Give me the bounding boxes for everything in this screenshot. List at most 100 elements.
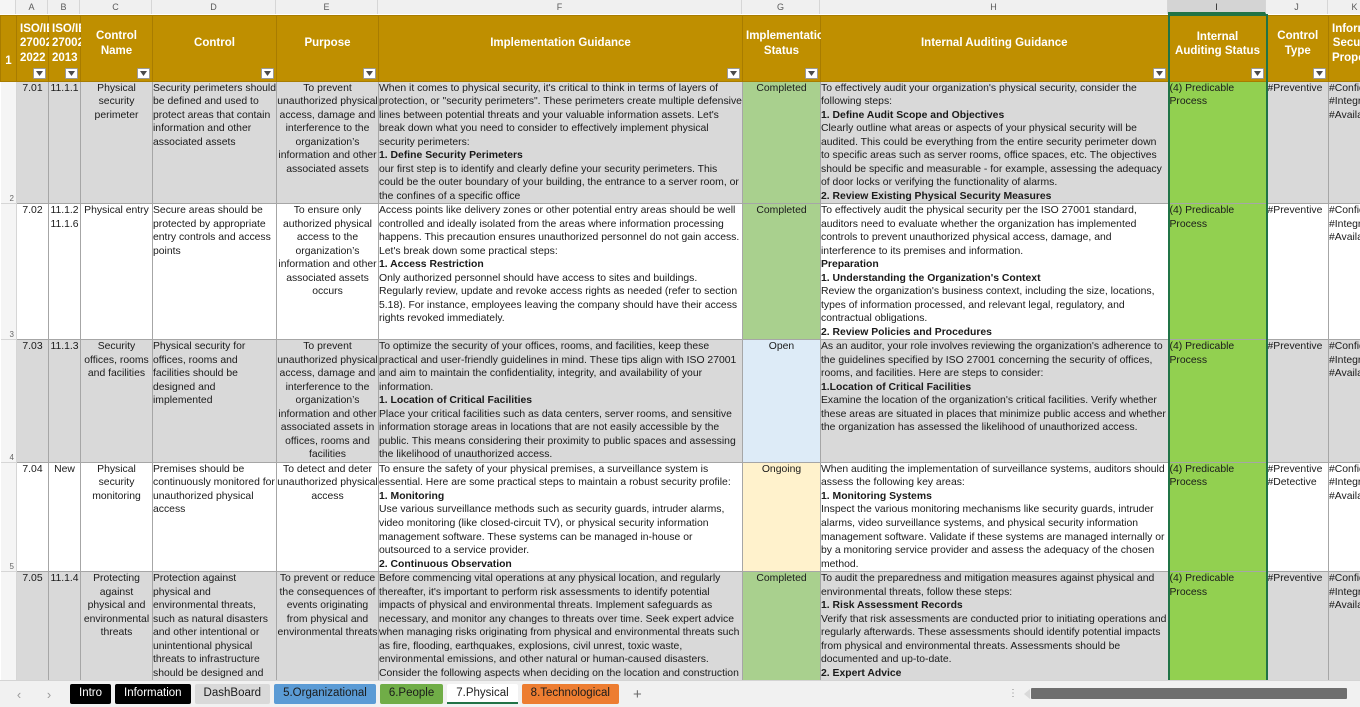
cell-status-7.02[interactable]: Completed [742,203,821,341]
table-row[interactable]: 5 7.04 New Physical security monitoring Prem… [0,461,1360,573]
column-header-j[interactable]: J [1266,0,1328,14]
filter-dropdown-icon[interactable] [261,67,274,79]
cell-astatus-7.01[interactable]: (4) Predicable Process [1167,80,1268,205]
cell-isec-7.01[interactable]: #Confid#Integr#Availa [1328,80,1360,205]
filter-dropdown-icon[interactable] [33,67,46,79]
cell-impl-7.04[interactable]: To ensure the safety of your physical pr… [378,461,743,573]
sheet-tab-intro[interactable]: Intro [70,684,112,704]
cell-control-7.02[interactable]: Secure areas should be protected by appr… [152,203,277,341]
cell-isec-7.05[interactable]: #Confid#Integr#Availa [1328,571,1360,680]
next-sheet-arrow[interactable]: › [42,687,56,701]
table-row[interactable]: 4 7.03 11.1.3 Security offices, rooms and f… [0,339,1360,463]
cell-purpose-7.02[interactable]: To ensure only authorized physical acces… [276,203,379,341]
column-header-k[interactable]: K [1328,0,1360,14]
cell-control-7.03[interactable]: Physical security for offices, rooms and… [152,339,277,463]
row-number-3[interactable]: 3 [0,203,17,341]
cell-isec-7.02[interactable]: #Confid#Integr#Availa [1328,203,1360,341]
scroll-left-arrow[interactable] [1024,688,1030,699]
cell-status-7.03[interactable]: Open [742,339,821,463]
cell-purpose-7.05[interactable]: To prevent or reduce the consequences of… [276,571,379,680]
sheet-tab-7-physical[interactable]: 7.Physical [447,684,518,704]
column-header-g[interactable]: G [742,0,820,14]
cell-purpose-7.04[interactable]: To detect and deter unauthorized physica… [276,461,379,573]
cell-name-7.03[interactable]: Security offices, rooms and facilities [80,339,153,463]
cell-status-7.01[interactable]: Completed [742,80,821,205]
cell-iso2013-7.01[interactable]: 11.1.1 [48,80,81,205]
column-header-c[interactable]: C [80,0,152,14]
filter-dropdown-icon[interactable] [1152,67,1166,79]
row-number-2[interactable]: 2 [0,81,17,205]
cell-control-7.04[interactable]: Premises should be continuously monitore… [152,461,277,573]
cell-iso2022-7.04[interactable]: 7.04 [16,461,49,573]
cell-ctype-7.03[interactable]: #Preventive [1266,339,1329,463]
cell-ctype-7.02[interactable]: #Preventive [1266,203,1329,341]
cell-iso2013-7.03[interactable]: 11.1.3 [48,339,81,463]
cell-name-7.05[interactable]: Protecting against physical and environm… [80,571,153,680]
cell-purpose-7.03[interactable]: To prevent unauthorized physical access,… [276,339,379,463]
cell-iso2022-7.03[interactable]: 7.03 [16,339,49,463]
sheet-tab-5-organizational[interactable]: 5.Organizational [274,684,376,704]
filter-dropdown-icon[interactable] [65,67,78,79]
cell-iso2022-7.02[interactable]: 7.02 [16,203,49,341]
column-header-a[interactable]: A [16,0,48,14]
cell-name-7.02[interactable]: Physical entry [80,203,153,341]
table-row[interactable]: 6 7.05 11.1.4 Protecting against physical a… [0,571,1360,680]
filter-dropdown-icon[interactable] [137,67,150,79]
cell-iso2013-7.05[interactable]: 11.1.4 [48,571,81,680]
cell-impl-7.01[interactable]: When it comes to physical security, it's… [378,80,743,205]
filter-dropdown-icon[interactable] [363,67,376,79]
row-number-5[interactable]: 5 [0,462,17,573]
cell-status-7.05[interactable]: Completed [742,571,821,680]
cell-astatus-7.03[interactable]: (4) Predicable Process [1167,339,1268,463]
filter-dropdown-icon[interactable] [805,67,818,79]
cell-ctype-7.04[interactable]: #Preventive #Detective [1266,461,1329,573]
cell-astatus-7.05[interactable]: (4) Predicable Process [1167,571,1268,680]
column-header-b[interactable]: B [48,0,80,14]
select-all-corner[interactable] [0,0,16,14]
column-header-i[interactable]: I [1168,0,1266,14]
row-number-6[interactable]: 6 [0,571,17,680]
column-header-h[interactable]: H [820,0,1168,14]
filter-dropdown-icon[interactable] [1313,67,1326,79]
cell-impl-7.03[interactable]: To optimize the security of your offices… [378,339,743,463]
row-number-4[interactable]: 4 [0,339,17,463]
cell-impl-7.02[interactable]: Access points like delivery zones or oth… [378,203,743,341]
sheet-tab-8-technological[interactable]: 8.Technological [521,684,619,704]
cell-astatus-7.02[interactable]: (4) Predicable Process [1167,203,1268,341]
cell-audit-7.03[interactable]: As an auditor, your role involves review… [820,339,1169,463]
cell-name-7.04[interactable]: Physical security monitoring [80,461,153,573]
cell-control-7.05[interactable]: Protection against physical and environm… [152,571,277,680]
cell-isec-7.03[interactable]: #Confid#Integr#Availa [1328,339,1360,463]
filter-dropdown-icon[interactable] [1250,67,1264,79]
cell-iso2013-7.04[interactable]: New [48,461,81,573]
cell-control-7.01[interactable]: Security perimeters should be defined an… [152,80,277,205]
horizontal-scrollbar-track[interactable] [1031,688,1360,699]
cell-purpose-7.01[interactable]: To prevent unauthorized physical access,… [276,80,379,205]
sheet-tab-6-people[interactable]: 6.People [379,684,444,704]
prev-sheet-arrow[interactable]: ‹ [12,687,26,701]
filter-dropdown-icon[interactable] [727,67,740,79]
horizontal-scrollbar-thumb[interactable] [1031,688,1347,699]
cell-ctype-7.05[interactable]: #Preventive [1266,571,1329,680]
cell-name-7.01[interactable]: Physical security perimeter [80,80,153,205]
cell-ctype-7.01[interactable]: #Preventive [1266,80,1329,205]
cell-audit-7.04[interactable]: When auditing the implementation of surv… [820,461,1169,573]
cell-audit-7.02[interactable]: To effectively audit the physical securi… [820,203,1169,341]
cell-astatus-7.04[interactable]: (4) Predicable Process [1167,461,1268,573]
scroll-overflow-dots[interactable]: ⋮ [1008,688,1018,699]
table-row[interactable]: 3 7.02 11.1.2 11.1.6 Physical entry Secure ar… [0,203,1360,341]
cell-iso2022-7.01[interactable]: 7.01 [16,80,49,205]
cell-isec-7.04[interactable]: #Confid#Integr#Availa [1328,461,1360,573]
cell-impl-7.05[interactable]: Before commencing vital operations at an… [378,571,743,680]
cell-audit-7.05[interactable]: To audit the preparedness and mitigation… [820,571,1169,680]
add-sheet-button[interactable]: + [633,686,642,703]
sheet-tab-dashboard[interactable]: DashBoard [194,684,271,704]
column-header-e[interactable]: E [276,0,378,14]
cell-audit-7.01[interactable]: To effectively audit your organization's… [820,80,1169,205]
cell-status-7.04[interactable]: Ongoing [742,461,821,573]
column-header-f[interactable]: F [378,0,742,14]
table-row[interactable]: 2 7.01 11.1.1 Physical security perimeter Se… [0,80,1360,205]
cell-iso2022-7.05[interactable]: 7.05 [16,571,49,680]
sheet-tab-information[interactable]: Information [115,684,191,704]
cell-iso2013-7.02[interactable]: 11.1.2 11.1.6 [48,203,81,341]
